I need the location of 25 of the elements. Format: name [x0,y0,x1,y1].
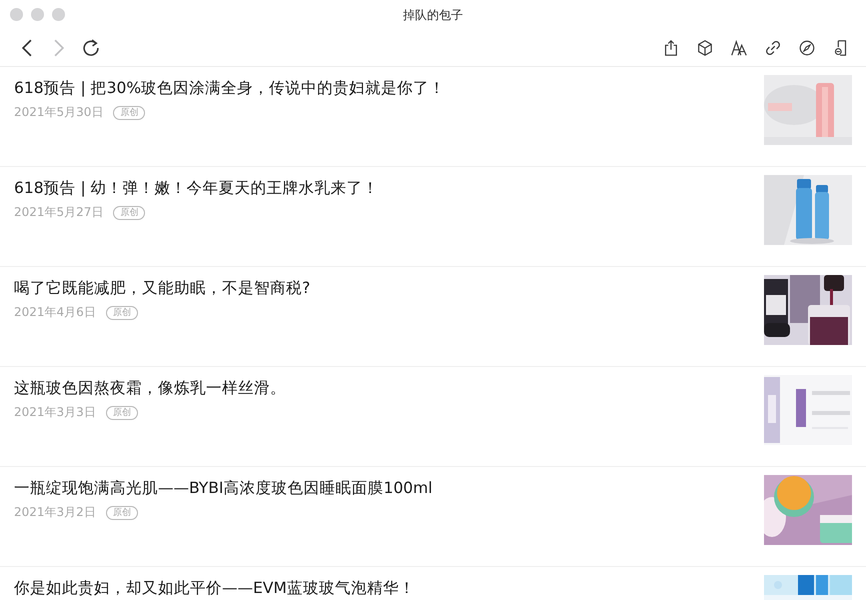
forward-icon [54,39,64,57]
back-icon [22,39,32,57]
original-tag: 原创 [106,506,138,520]
article-title[interactable]: 喝了它既能减肥，又能助眠，不是智商税? [14,276,756,300]
text-size-icon [730,39,748,57]
article-title[interactable]: 你是如此贵妇，却又如此平价——EVM蓝玻玻气泡精华！ [14,576,756,600]
original-tag: 原创 [113,106,146,120]
window-title: 掉队的包子 [403,6,463,24]
article-title[interactable]: 这瓶玻色因熬夜霜，像炼乳一样丝滑。 [14,376,756,400]
compass-icon [798,39,816,57]
article-title[interactable]: 一瓶绽现饱满高光肌——BYBI高浓度玻色因睡眠面膜100ml [14,476,756,500]
article-date: 2021年4月6日 [14,304,96,321]
original-tag: 原创 [106,406,138,420]
article-date: 2021年5月27日 [14,204,104,221]
link-icon [764,39,782,57]
cube-icon [696,39,714,57]
article-date: 2021年5月30日 [14,104,104,121]
article-date: 2021年3月3日 [14,404,96,421]
original-tag: 原创 [113,206,146,220]
original-tag: 原创 [106,306,138,320]
article-title[interactable]: 618预告 | 幼！弹！嫩！今年夏天的王牌水乳来了！ [14,176,756,200]
share-icon [662,39,680,57]
article-date: 2021年3月2日 [14,504,96,521]
reload-icon [82,39,100,57]
article-title[interactable]: 618预告 | 把30%玻色因涂满全身，传说中的贵妇就是你了！ [14,76,756,100]
